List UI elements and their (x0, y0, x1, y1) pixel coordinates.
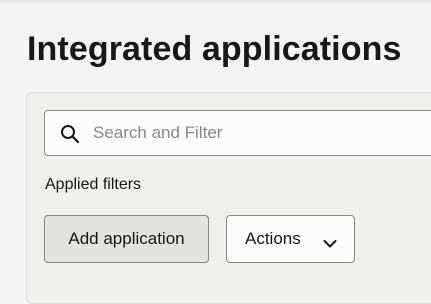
chevron-down-icon (323, 234, 337, 248)
actions-label: Actions (245, 229, 301, 248)
page-title: Integrated applications (27, 30, 402, 68)
add-application-button[interactable]: Add application (44, 215, 209, 263)
search-input[interactable] (93, 111, 431, 155)
search-icon (60, 124, 80, 144)
search-field[interactable] (44, 110, 431, 156)
add-application-label: Add application (68, 229, 185, 248)
actions-menu-button[interactable]: Actions (226, 215, 355, 263)
top-bar-shadow (0, 0, 431, 6)
applied-filters-label: Applied filters (45, 176, 142, 193)
